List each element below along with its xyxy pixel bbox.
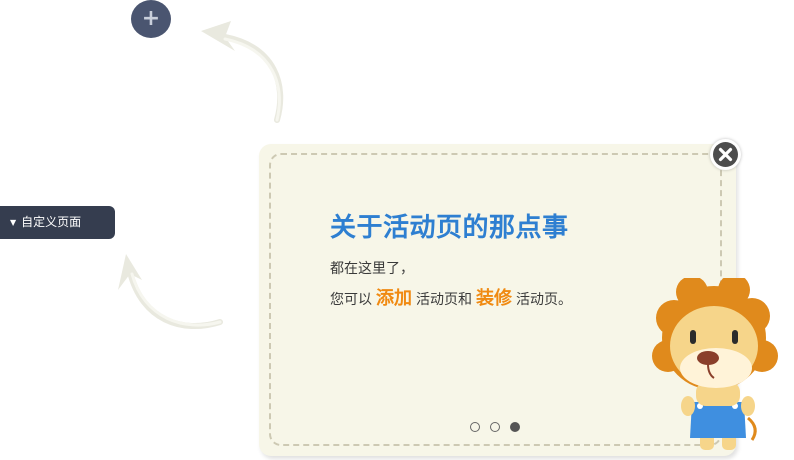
page-dot-2[interactable] xyxy=(490,422,500,432)
card-description: 您可以 添加 活动页和 装修 活动页。 xyxy=(330,284,572,310)
card-intro-text: 都在这里了， xyxy=(330,261,414,277)
card-title: 关于活动页的那点事 xyxy=(330,213,569,243)
page-dot-1[interactable] xyxy=(470,422,480,432)
desc-prefix: 您可以 xyxy=(330,292,372,308)
custom-page-label: 自定义页面 xyxy=(21,215,82,229)
plus-icon: + xyxy=(141,6,161,31)
highlight-decorate: 装修 xyxy=(476,288,512,309)
caret-down-icon: ▼ xyxy=(10,218,17,227)
page-dot-3[interactable] xyxy=(510,422,520,432)
desc-suffix: 活动页。 xyxy=(516,292,572,308)
lion-mascot-illustration xyxy=(652,278,778,450)
custom-page-menu[interactable]: ▼ 自定义页面 xyxy=(0,206,115,239)
curved-arrow-left-icon xyxy=(118,254,223,329)
close-icon xyxy=(713,142,738,167)
highlight-add: 添加 xyxy=(376,288,412,309)
add-button[interactable]: + xyxy=(131,0,171,38)
curved-arrow-up-icon xyxy=(201,21,284,123)
desc-mid: 活动页和 xyxy=(416,292,472,308)
close-button[interactable] xyxy=(710,139,741,170)
